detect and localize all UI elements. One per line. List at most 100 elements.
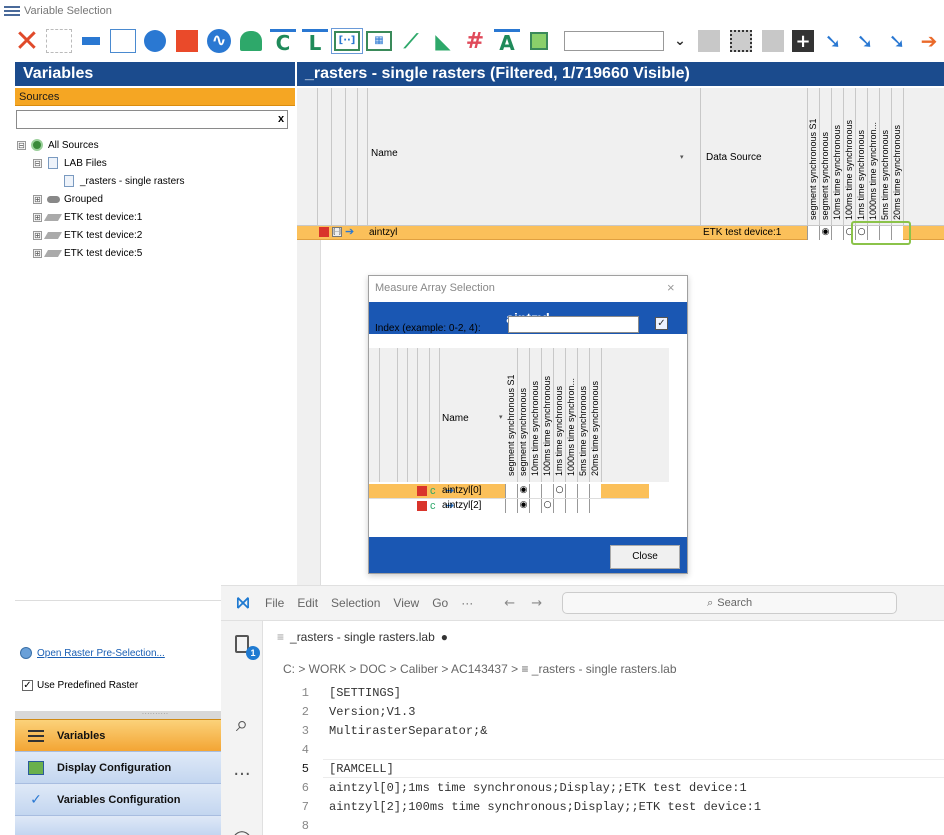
characteristic-c-icon[interactable]: C <box>270 29 296 53</box>
raster-cell[interactable] <box>577 499 589 513</box>
raster-column-header[interactable]: 5ms time synchronous <box>879 88 891 224</box>
raster-column-header[interactable]: 1000ms time synchron... <box>565 348 577 480</box>
code-line[interactable]: 7 aintzyl[2];100ms time synchronous;Displ… <box>279 797 761 816</box>
array-icon[interactable]: [··] <box>331 28 363 54</box>
open-raster-preselection-link[interactable]: Open Raster Pre-Selection... <box>20 647 165 659</box>
expand-toggle-icon[interactable]: ⊞ <box>33 212 42 222</box>
code-line[interactable]: 1 [SETTINGS] <box>279 683 401 702</box>
gray-square-2-icon[interactable] <box>760 28 786 54</box>
close-icon[interactable]: × <box>667 280 675 295</box>
delete-icon[interactable]: ✕ <box>14 24 40 59</box>
import-arrow-icon[interactable]: ➘ <box>820 28 846 54</box>
raster-cell[interactable] <box>807 226 819 240</box>
sources-search-input[interactable] <box>16 110 288 129</box>
gray-square-icon[interactable] <box>696 28 722 54</box>
unsaved-dot-icon[interactable]: ● <box>441 630 448 644</box>
import-arrow-2-icon[interactable]: ➘ <box>852 28 878 54</box>
raster-column-header[interactable]: 1000ms time synchron... <box>867 88 879 224</box>
matrix-icon[interactable]: ▦ <box>366 31 392 51</box>
raster-cell[interactable] <box>565 499 577 513</box>
menu-file[interactable]: File <box>265 596 284 610</box>
characteristic-a-icon[interactable]: A <box>494 29 520 53</box>
dotted-square-icon[interactable] <box>728 28 754 54</box>
dome-icon[interactable] <box>238 28 264 54</box>
block-icon[interactable] <box>526 28 552 54</box>
tree-item[interactable]: ⊞ ETK test device:1 <box>15 208 295 226</box>
menu-more[interactable]: ··· <box>461 596 473 610</box>
plus-icon[interactable]: + <box>792 30 814 52</box>
raster-column-header[interactable]: segment synchronous S1 <box>505 348 517 480</box>
curve-chart-icon[interactable]: ⟋ <box>398 28 424 54</box>
account-icon[interactable]: ◯ <box>229 826 255 835</box>
back-forward-icon[interactable]: ← → <box>504 596 548 611</box>
tree-item[interactable]: _rasters - single rasters <box>15 172 295 190</box>
editor-tab[interactable]: ≡ _rasters - single rasters.lab ● <box>265 622 448 652</box>
raster-cell[interactable] <box>831 226 843 240</box>
raster-column-header[interactable]: 10ms time synchronous <box>831 88 843 224</box>
expand-toggle-icon[interactable]: ⊞ <box>33 194 42 204</box>
raster-column-header[interactable]: 1ms time synchronous <box>855 88 867 224</box>
raster-cell[interactable] <box>529 484 541 498</box>
menu-go[interactable]: Go <box>432 596 448 610</box>
select-area-icon[interactable] <box>46 29 72 53</box>
area-chart-icon[interactable]: ◣ <box>430 28 456 54</box>
raster-cell[interactable] <box>541 484 553 498</box>
import-arrow-3-icon[interactable]: ➘ <box>884 28 910 54</box>
search-icon[interactable]: ⌕ <box>229 711 255 737</box>
tree-item[interactable]: ⊞ Grouped <box>15 190 295 208</box>
code-line[interactable]: 2 Version;V1.3 <box>279 702 416 721</box>
raster-cell[interactable]: ○ <box>553 484 565 498</box>
raster-cell[interactable] <box>505 484 517 498</box>
menu-selection[interactable]: Selection <box>331 596 380 610</box>
map-grid-icon[interactable]: # <box>462 28 488 54</box>
clear-search-icon[interactable]: x <box>274 111 288 128</box>
raster-column-header[interactable]: segment synchronous <box>517 348 529 480</box>
characteristic-l-icon[interactable]: L <box>302 29 328 53</box>
circle-icon[interactable] <box>142 28 168 54</box>
red-square-icon[interactable] <box>174 28 200 54</box>
raster-cell[interactable]: ◉ <box>517 484 529 498</box>
close-button[interactable]: Close <box>610 545 680 569</box>
raster-column-header[interactable]: segment synchronous <box>819 88 831 224</box>
export-arrow-icon[interactable]: ➔ <box>916 28 942 54</box>
raster-cell[interactable]: ◉ <box>517 499 529 513</box>
raster-column-header[interactable]: 10ms time synchronous <box>529 348 541 480</box>
expand-toggle-icon[interactable]: ⊟ <box>33 158 42 168</box>
dialog-column-header-name[interactable]: Name <box>442 413 469 424</box>
menu-view[interactable]: View <box>393 596 419 610</box>
code-line[interactable]: 4 <box>279 740 329 759</box>
raster-column-header[interactable]: 5ms time synchronous <box>577 348 589 480</box>
dialog-row[interactable]: c ➔ aintzyl[2] ◉ ○ <box>369 498 649 513</box>
wave-icon[interactable]: ∿ <box>206 28 232 54</box>
raster-column-header[interactable]: 1ms time synchronous <box>553 348 565 480</box>
raster-cell[interactable] <box>577 484 589 498</box>
checkbox-icon[interactable]: ✓ <box>22 680 33 691</box>
breadcrumb[interactable]: C: > WORK > DOC > Caliber > AC143437 > ≡… <box>283 662 677 676</box>
chevron-down-icon[interactable]: ⌄ <box>670 28 690 54</box>
code-line[interactable]: 5 [RAMCELL] <box>279 759 394 778</box>
dialog-row[interactable]: c ➔ aintzyl[0] ◉ ○ <box>369 484 649 498</box>
tree-item[interactable]: ⊞ ETK test device:2 <box>15 226 295 244</box>
table-row[interactable]: aintzyl ETK test device:1 ◉ ○ ○ <box>297 226 944 240</box>
tree-item[interactable]: ⊞ ETK test device:5 <box>15 244 295 262</box>
more-icon[interactable]: ··· <box>229 761 255 787</box>
tree-item[interactable]: ⊟ LAB Files <box>15 154 295 172</box>
raster-cell[interactable]: ◉ <box>819 226 831 240</box>
raster-cell[interactable]: ○ <box>541 499 553 513</box>
toolbar-filter-input[interactable] <box>564 31 664 51</box>
raster-column-header[interactable]: 20ms time synchronous <box>589 348 601 480</box>
raster-cell[interactable] <box>505 499 517 513</box>
command-search-input[interactable]: ⌕ Search <box>562 592 898 614</box>
raster-column-header[interactable]: segment synchronous S1 <box>807 88 819 224</box>
apply-index-button[interactable]: ✓ <box>655 317 668 330</box>
raster-cell[interactable] <box>589 499 601 513</box>
raster-column-header[interactable]: 20ms time synchronous <box>891 88 903 224</box>
code-line[interactable]: 6 aintzyl[0];1ms time synchronous;Display… <box>279 778 747 797</box>
raster-cell[interactable] <box>529 499 541 513</box>
expand-toggle-icon[interactable]: ⊞ <box>33 248 42 258</box>
use-predefined-raster-checkbox[interactable]: ✓ Use Predefined Raster <box>22 680 138 691</box>
tree-item[interactable]: ⊟ All Sources <box>15 136 295 154</box>
column-header-data-source[interactable]: Data Source <box>706 152 762 163</box>
raster-column-header[interactable]: 100ms time synchronous <box>541 348 553 480</box>
raster-cell[interactable] <box>565 484 577 498</box>
